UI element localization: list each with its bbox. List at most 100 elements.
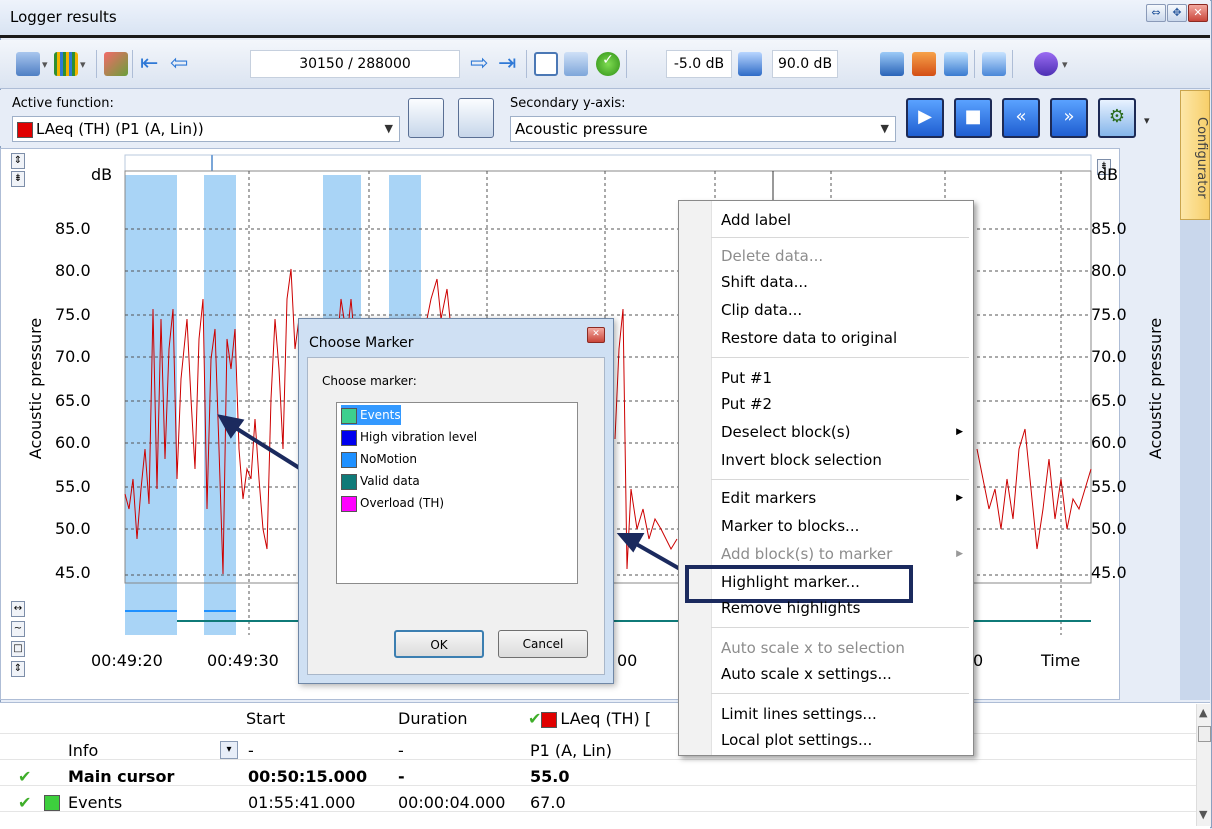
fast-forward-button[interactable]: » — [1050, 98, 1088, 138]
title-bar: Logger results ⇔ ✥ ✕ — [0, 0, 1210, 38]
laeq-trace — [976, 428, 1092, 550]
marker-listbox[interactable]: Events High vibration level NoMotion Val… — [336, 402, 578, 584]
menu-item-put-2[interactable]: Put #2 — [721, 395, 772, 413]
dialog-prompt: Choose marker: — [322, 374, 417, 388]
tree-layout-icon[interactable] — [564, 52, 588, 76]
x-tick: 00 — [617, 651, 638, 670]
settings-gear-button[interactable]: ⚙ — [1098, 98, 1136, 138]
y-tick: 80.0 — [55, 261, 91, 280]
menu-item-marker-to-blocks[interactable]: Marker to blocks... — [721, 517, 859, 535]
column-header-laeq[interactable]: ✔ LAeq (TH) [ — [528, 709, 651, 728]
menu-item-highlight-marker[interactable]: Highlight marker... — [721, 573, 860, 591]
row-start: 01:55:41.000 — [248, 793, 356, 812]
menu-item-add-label[interactable]: Add label — [721, 211, 791, 229]
cancel-button[interactable]: Cancel — [498, 630, 588, 658]
laeq-color-swatch — [541, 711, 558, 728]
last-record-icon[interactable]: ⇥ — [498, 50, 516, 78]
auto-scale-icon[interactable] — [738, 52, 762, 76]
play-button[interactable]: ▶ — [906, 98, 944, 138]
close-icon[interactable]: ✕ — [587, 327, 605, 343]
highlight-block — [204, 175, 236, 635]
view-mode-dropdown-icon[interactable]: ▾ — [42, 58, 48, 71]
y-tick-right: 75.0 — [1091, 305, 1127, 324]
dialog-title: Choose Marker — [309, 335, 414, 351]
column-header-duration[interactable]: Duration — [398, 709, 468, 728]
menu-item-remove-highlights[interactable]: Remove highlights — [721, 599, 860, 617]
edit-tools-icon[interactable] — [104, 52, 128, 76]
dialog-body: Choose marker: Events High vibration lev… — [307, 357, 605, 675]
marker-label: Valid data — [360, 474, 420, 488]
trend-up-button[interactable] — [408, 98, 444, 138]
hand-tool-dropdown-icon[interactable]: ▾ — [1062, 58, 1068, 71]
menu-item-shift-data[interactable]: Shift data... — [721, 273, 808, 291]
column-header-start[interactable]: Start — [246, 709, 285, 728]
min-db-field[interactable]: -5.0 dB — [666, 50, 732, 78]
view-mode-icon[interactable] — [16, 52, 40, 76]
menu-item-limit-lines[interactable]: Limit lines settings... — [721, 705, 877, 723]
menu-item-local-plot-settings[interactable]: Local plot settings... — [721, 731, 872, 749]
x-tick: 00:49:20 — [91, 651, 163, 670]
choose-marker-dialog: Choose Marker ✕ Choose marker: Events Hi… — [298, 318, 614, 684]
list-item[interactable]: Valid data — [341, 471, 420, 491]
row-value: 55.0 — [530, 767, 570, 786]
grid-scrollbar[interactable]: ▲ ▼ — [1196, 704, 1211, 826]
restore-icon[interactable]: ⇔ — [1146, 4, 1166, 22]
check-ok-icon[interactable]: ✓ — [596, 52, 620, 76]
secondary-axis-value: Acoustic pressure — [515, 120, 648, 138]
row-name: Info — [68, 741, 99, 760]
menu-item-invert-selection[interactable]: Invert block selection — [721, 451, 882, 469]
zoom-in-icon[interactable] — [880, 52, 904, 76]
max-db-field[interactable]: 90.0 dB — [772, 50, 838, 78]
menu-item-clip-data[interactable]: Clip data... — [721, 301, 802, 319]
menu-item-edit-markers[interactable]: Edit markers — [721, 489, 816, 507]
scroll-down-arrow-icon[interactable]: ▼ — [1199, 808, 1207, 821]
list-item[interactable]: NoMotion — [341, 449, 417, 469]
marker-label: NoMotion — [360, 452, 417, 466]
settings-dropdown-icon[interactable]: ▾ — [1144, 114, 1150, 127]
y-tick: 85.0 — [55, 219, 91, 238]
menu-item-auto-scale-settings[interactable]: Auto scale x settings... — [721, 665, 892, 683]
list-item[interactable]: Events — [341, 405, 401, 425]
marker-color-swatch — [341, 429, 357, 446]
x-tick: 00:49:30 — [207, 651, 279, 670]
trend-down-button[interactable] — [458, 98, 494, 138]
row-name: Events — [68, 793, 123, 812]
active-function-select[interactable]: LAeq (TH) (P1 (A, Lin)) ▼ — [12, 116, 400, 142]
submenu-arrow-icon: ▶ — [956, 549, 963, 559]
list-item[interactable]: High vibration level — [341, 427, 477, 447]
info-dropdown-icon[interactable]: ▾ — [220, 741, 238, 759]
menu-item-put-1[interactable]: Put #1 — [721, 369, 772, 387]
ok-button[interactable]: OK — [394, 630, 484, 658]
spectrum-icon[interactable] — [982, 52, 1006, 76]
first-record-icon[interactable]: ⇤ — [140, 50, 158, 78]
record-position-field[interactable]: 30150 / 288000 — [250, 50, 460, 78]
maximize-icon[interactable]: ✥ — [1167, 4, 1187, 22]
row-duration: - — [398, 767, 405, 786]
scroll-up-arrow-icon[interactable]: ▲ — [1199, 706, 1207, 719]
context-menu: Add label Delete data... Shift data... C… — [678, 200, 974, 756]
rewind-button[interactable]: « — [1002, 98, 1040, 138]
marker-color-swatch — [341, 473, 357, 490]
toolbar: ▾ ▾ ⇤ ⇦ 30150 / 288000 ⇨ ⇥ ✓ -5.0 dB 90.… — [0, 40, 1210, 89]
y-tick-right: 70.0 — [1091, 347, 1127, 366]
close-icon[interactable]: ✕ — [1188, 4, 1208, 22]
zoom-out-icon[interactable] — [944, 52, 968, 76]
zoom-cancel-icon[interactable] — [912, 52, 936, 76]
stop-button[interactable]: ■ — [954, 98, 992, 138]
secondary-axis-select[interactable]: Acoustic pressure ▼ — [510, 116, 896, 142]
grid-layout-icon[interactable] — [534, 52, 558, 76]
row-duration: 00:00:04.000 — [398, 793, 506, 812]
list-item[interactable]: Overload (TH) — [341, 493, 444, 513]
bar-chart-icon[interactable] — [54, 52, 78, 76]
previous-record-icon[interactable]: ⇦ — [170, 50, 188, 78]
next-record-icon[interactable]: ⇨ — [470, 50, 488, 78]
y-tick: 65.0 — [55, 391, 91, 410]
configurator-tab[interactable]: Configurator — [1180, 90, 1210, 220]
bar-chart-dropdown-icon[interactable]: ▾ — [80, 58, 86, 71]
scroll-thumb[interactable] — [1198, 726, 1211, 742]
hand-tool-icon[interactable] — [1034, 52, 1058, 76]
menu-item-restore-data[interactable]: Restore data to original — [721, 329, 897, 347]
menu-item-deselect-blocks[interactable]: Deselect block(s) — [721, 423, 850, 441]
events-color-swatch — [44, 795, 60, 811]
marker-label: Events — [360, 408, 401, 422]
